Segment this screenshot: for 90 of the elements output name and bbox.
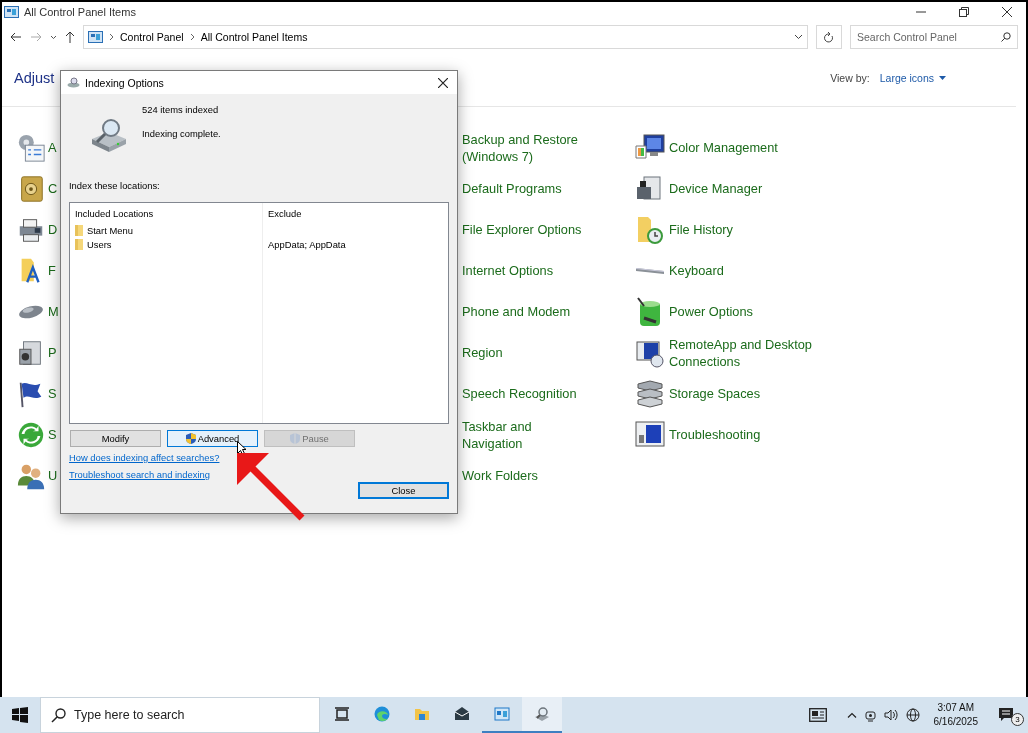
control-panel-item[interactable]: Region [462,332,503,373]
notification-count: 3 [1011,713,1024,726]
back-icon[interactable] [10,32,22,42]
close-button[interactable]: Close [358,482,449,499]
control-panel-item[interactable]: P [16,332,57,373]
column-header: Included Locations [75,208,154,219]
view-by-label: View by: [830,72,870,84]
dialog-button[interactable]: Modify [70,430,161,447]
list-item[interactable]: Start Menu [87,224,133,236]
refresh-icon [824,31,834,43]
folder-icon [414,706,430,722]
dialog-title: Indexing Options [85,76,164,89]
window-title: All Control Panel Items [24,6,136,18]
restore-icon [959,7,969,17]
page-heading: Adjust [14,70,55,86]
chevron-up-icon[interactable] [846,712,857,718]
control-panel-item[interactable]: File History [632,209,733,250]
cursor-icon [237,441,247,456]
magnifier-drive-icon [67,77,80,88]
dropdown-icon[interactable] [794,34,803,40]
search-icon [1001,32,1011,42]
section-label: Index these locations: [69,180,160,191]
list-item[interactable]: Users [87,238,112,250]
control-panel-item[interactable]: U [16,455,58,496]
control-panel-item[interactable]: Work Folders [462,455,538,496]
shield-icon [290,433,301,444]
chevron-icon [189,33,195,41]
control-panel-item[interactable]: Device Manager [632,168,763,209]
help-link[interactable]: Troubleshoot search and indexing [69,469,210,480]
close-icon [1002,7,1012,17]
speaker-icon[interactable] [883,709,898,721]
control-panel-item[interactable]: Speech Recognition [462,373,577,414]
message-icon [998,707,1014,723]
news-icon[interactable] [808,708,827,722]
folder-icon [75,224,85,236]
control-panel-item[interactable]: Backup and Restore (Windows 7) [462,127,590,168]
view-by-dropdown[interactable]: Large icons [879,72,946,84]
task-view-icon [334,706,350,722]
control-panel-item[interactable]: Keyboard [632,250,724,291]
control-panel-item[interactable]: Internet Options [462,250,554,291]
webcam-icon[interactable] [864,708,876,722]
control-panel-icon [88,31,103,43]
control-panel-icon [4,6,19,18]
control-panel-item[interactable]: F [16,250,56,291]
control-panel-item[interactable]: Taskbar and Navigation [462,414,590,455]
control-panel-item[interactable]: RemoteApp and Desktop Connections [632,332,819,373]
control-panel-item[interactable]: S [16,414,57,455]
control-panel-item[interactable]: Troubleshooting [632,414,761,455]
notification-button[interactable]: 3 [998,704,1022,726]
disk-stack-icon [634,377,666,410]
control-panel-item[interactable]: M [16,291,59,332]
shield-icon [185,433,196,444]
windows-logo-icon [12,707,28,723]
control-panel-item[interactable]: Phone and Modem [462,291,571,332]
clock[interactable]: 3:07 AM 6/16/2025 [927,701,984,729]
control-panel-item[interactable]: S [16,373,57,414]
control-panel-icon [494,706,510,722]
chevron-icon [109,33,114,41]
help-link[interactable]: How does indexing affect searches? [69,452,220,463]
control-panel-item[interactable]: Color Management [632,127,778,168]
mail-icon [454,706,470,722]
globe-icon[interactable] [905,708,920,722]
control-panel-item[interactable]: Storage Spaces [632,373,761,414]
address-bar[interactable]: Control Panel All Control Panel Items [83,25,808,49]
dialog-button[interactable]: Advanced [167,430,258,447]
refresh-button[interactable] [816,25,842,49]
close-icon [438,77,448,88]
item-count: 524 items indexed [142,104,220,115]
dropdown-icon[interactable] [50,34,57,40]
search-icon [51,707,66,723]
up-icon[interactable] [65,31,75,43]
list-item: AppData; AppData [268,238,346,250]
control-panel-item[interactable]: Power Options [632,291,753,332]
control-panel-item[interactable]: D [16,209,58,250]
gear-icon [16,132,46,163]
keyboard-icon [636,267,664,274]
control-panel-item[interactable]: Default Programs [462,168,562,209]
magnifier-drive-icon [534,706,550,722]
browser-icon [374,706,390,722]
folder-icon [75,238,85,250]
search-field[interactable]: Type here to search [40,697,320,733]
search-field[interactable]: Search Control Panel [850,25,1018,49]
column-header: Exclude [268,208,302,219]
breadcrumb[interactable]: Control Panel [120,31,184,43]
status-text: Indexing complete. [142,128,221,139]
control-panel-item[interactable]: File Explorer Options [462,209,582,250]
control-panel-item[interactable]: C [16,168,58,209]
breadcrumb[interactable]: All Control Panel Items [200,31,308,43]
dropdown-icon [939,76,946,80]
control-panel-item[interactable]: A [16,127,57,168]
